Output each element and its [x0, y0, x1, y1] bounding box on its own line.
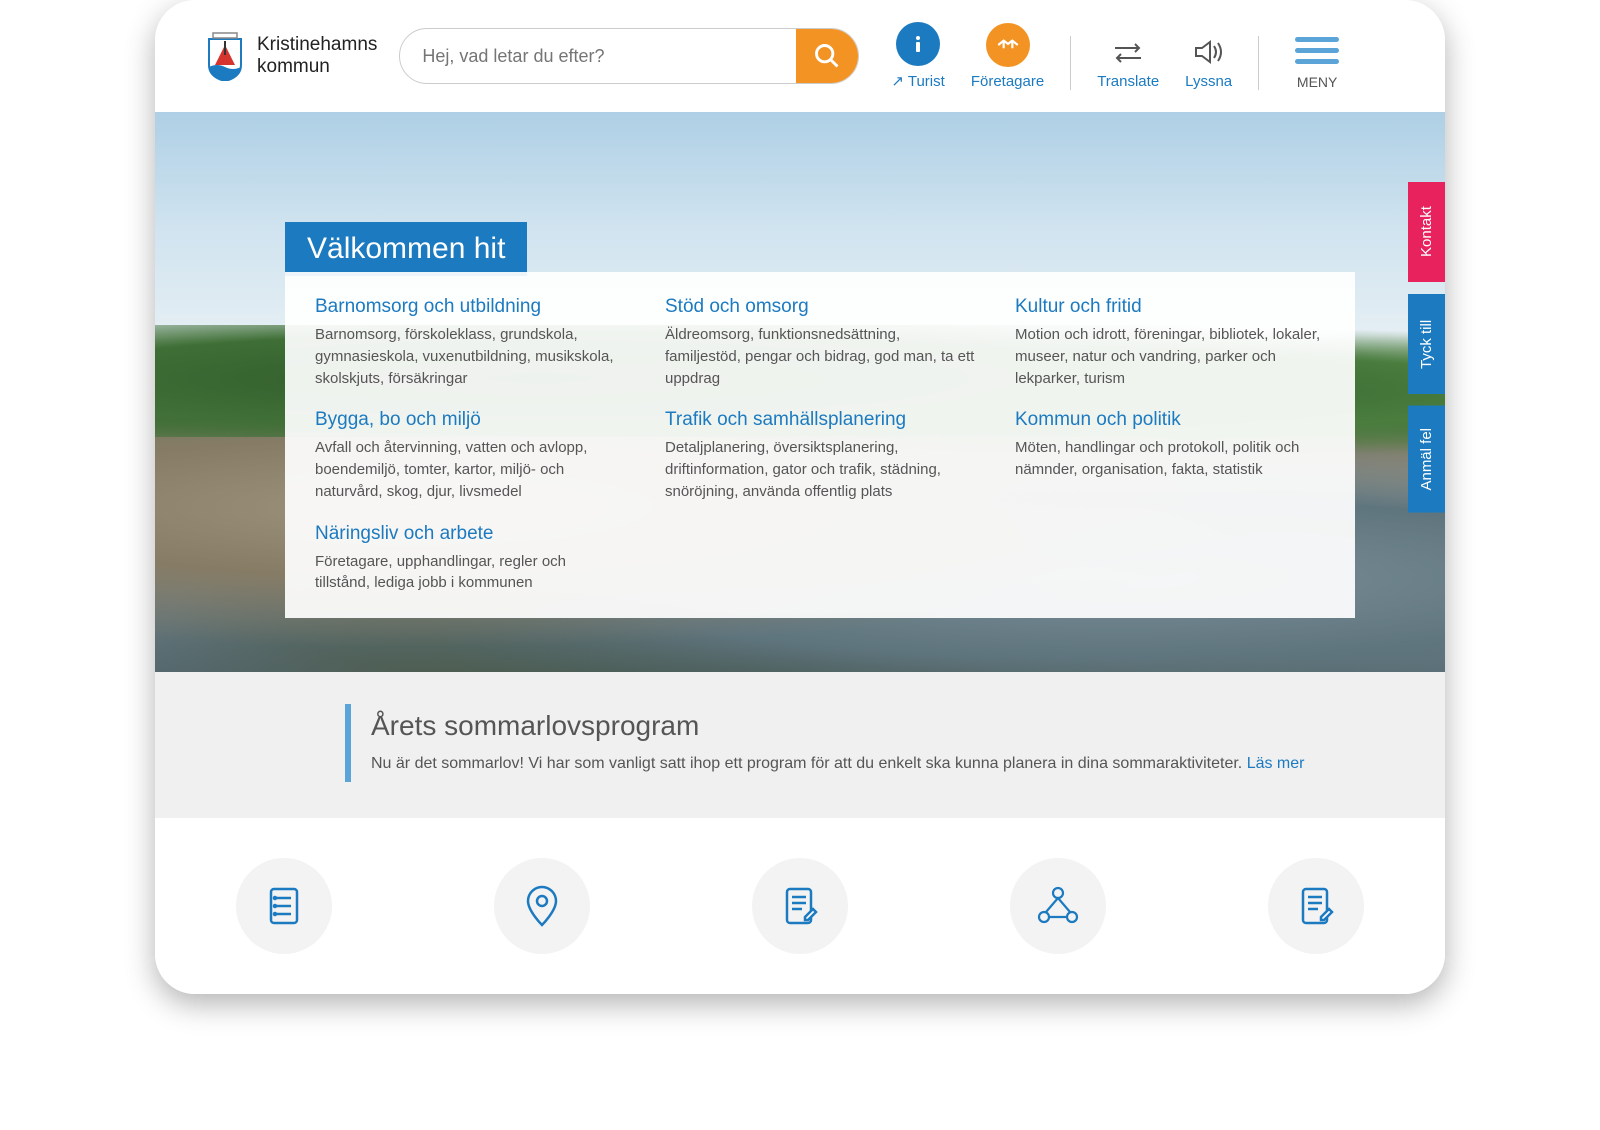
- header-links: ↗ Turist Företagare Translate: [891, 22, 1339, 90]
- category-desc: Motion och idrott, föreningar, bibliotek…: [1015, 324, 1325, 389]
- side-tab-kontakt[interactable]: Kontakt: [1408, 182, 1445, 282]
- promo-body: Nu är det sommarlov! Vi har som vanligt …: [371, 752, 1325, 776]
- quick-link-3[interactable]: [752, 858, 848, 954]
- link-turist[interactable]: ↗ Turist: [891, 22, 944, 90]
- logo-shield-icon: [205, 31, 245, 81]
- people-network-icon: [1010, 858, 1106, 954]
- promo-body-text: Nu är det sommarlov! Vi har som vanligt …: [371, 755, 1247, 772]
- link-lyssna[interactable]: Lyssna: [1185, 37, 1232, 90]
- foretagare-label: Företagare: [971, 73, 1044, 90]
- category-bygga[interactable]: Bygga, bo och miljö Avfall och återvinni…: [315, 409, 625, 502]
- category-desc: Möten, handlingar och protokoll, politik…: [1015, 437, 1325, 481]
- site-logo[interactable]: Kristinehamns kommun: [205, 31, 377, 81]
- category-title[interactable]: Kultur och fritid: [1015, 296, 1325, 318]
- speaker-icon: [1189, 37, 1229, 67]
- info-icon: [896, 22, 940, 66]
- category-title[interactable]: Stöd och omsorg: [665, 296, 975, 318]
- side-tab-tyck-till[interactable]: Tyck till: [1408, 294, 1445, 394]
- quick-links: [155, 818, 1445, 994]
- category-panel: Barnomsorg och utbildning Barnomsorg, fö…: [285, 272, 1355, 618]
- category-desc: Företagare, upphandlingar, regler och ti…: [315, 551, 625, 595]
- welcome-banner: Välkommen hit: [285, 222, 527, 276]
- document-edit-icon: [752, 858, 848, 954]
- handshake-icon: [986, 23, 1030, 67]
- translate-label: Translate: [1097, 73, 1159, 90]
- side-tab-anmal-fel[interactable]: Anmäl fel: [1408, 406, 1445, 513]
- lyssna-label: Lyssna: [1185, 73, 1232, 90]
- promo-section: Årets sommarlovsprogram Nu är det sommar…: [155, 672, 1445, 818]
- logo-line1: Kristinehamns: [257, 34, 377, 56]
- location-pin-icon: [494, 858, 590, 954]
- category-kultur[interactable]: Kultur och fritid Motion och idrott, för…: [1015, 296, 1325, 389]
- turist-label: ↗ Turist: [891, 72, 944, 90]
- menu-label: MENY: [1297, 74, 1337, 90]
- category-desc: Barnomsorg, förskoleklass, grundskola, g…: [315, 324, 625, 389]
- header-divider-2: [1258, 36, 1259, 90]
- category-kommun[interactable]: Kommun och politik Möten, handlingar och…: [1015, 409, 1325, 502]
- quick-link-1[interactable]: [236, 858, 332, 954]
- category-naringsliv[interactable]: Näringsliv och arbete Företagare, upphan…: [315, 523, 625, 595]
- site-header: Kristinehamns kommun ↗ Turist: [155, 0, 1445, 112]
- promo-read-more-link[interactable]: Läs mer: [1247, 755, 1305, 772]
- checklist-icon: [236, 858, 332, 954]
- search-box: [399, 28, 859, 84]
- category-title[interactable]: Trafik och samhällsplanering: [665, 409, 975, 431]
- logo-line2: kommun: [257, 56, 377, 78]
- category-stod[interactable]: Stöd och omsorg Äldreomsorg, funktionsne…: [665, 296, 975, 389]
- category-barnomsorg[interactable]: Barnomsorg och utbildning Barnomsorg, fö…: [315, 296, 625, 389]
- category-title[interactable]: Kommun och politik: [1015, 409, 1325, 431]
- external-link-icon: ↗: [891, 73, 907, 90]
- header-divider: [1070, 36, 1071, 90]
- quick-link-5[interactable]: [1268, 858, 1364, 954]
- search-icon: [813, 42, 841, 70]
- link-foretagare[interactable]: Företagare: [971, 23, 1044, 90]
- category-title[interactable]: Barnomsorg och utbildning: [315, 296, 625, 318]
- category-desc: Äldreomsorg, funktionsnedsättning, famil…: [665, 324, 975, 389]
- category-desc: Avfall och återvinning, vatten och avlop…: [315, 437, 625, 502]
- logo-text: Kristinehamns kommun: [257, 34, 377, 78]
- quick-link-2[interactable]: [494, 858, 590, 954]
- translate-icon: [1108, 37, 1148, 67]
- quick-link-4[interactable]: [1010, 858, 1106, 954]
- page-frame: Kristinehamns kommun ↗ Turist: [155, 0, 1445, 994]
- category-title[interactable]: Näringsliv och arbete: [315, 523, 625, 545]
- side-tabs: Kontakt Tyck till Anmäl fel: [1408, 182, 1445, 513]
- menu-button[interactable]: MENY: [1295, 37, 1339, 90]
- link-translate[interactable]: Translate: [1097, 37, 1159, 90]
- search-button[interactable]: [796, 29, 858, 83]
- search-input[interactable]: [400, 29, 796, 83]
- document-edit-icon: [1268, 858, 1364, 954]
- category-title[interactable]: Bygga, bo och miljö: [315, 409, 625, 431]
- category-trafik[interactable]: Trafik och samhällsplanering Detaljplane…: [665, 409, 975, 502]
- promo-inner: Årets sommarlovsprogram Nu är det sommar…: [345, 704, 1345, 782]
- category-desc: Detaljplanering, översiktsplanering, dri…: [665, 437, 975, 502]
- hamburger-icon: [1295, 37, 1339, 64]
- promo-title: Årets sommarlovsprogram: [371, 710, 1325, 742]
- hero: Välkommen hit Barnomsorg och utbildning …: [155, 112, 1445, 672]
